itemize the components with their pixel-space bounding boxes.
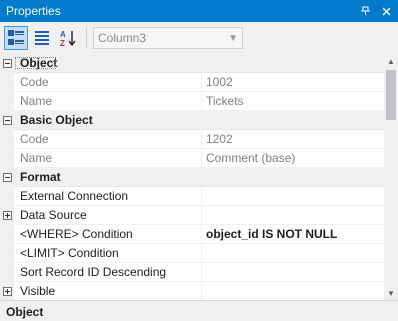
scroll-up-icon[interactable]: ▲ xyxy=(384,54,398,68)
property-value[interactable] xyxy=(202,282,384,301)
property-name: Code xyxy=(14,129,202,149)
property-value[interactable]: object_id IS NOT NULL xyxy=(202,225,384,244)
row-gutter xyxy=(0,243,14,263)
property-value[interactable] xyxy=(202,206,384,225)
category-label: Object xyxy=(14,56,57,70)
row-gutter xyxy=(0,91,14,111)
object-selector-combo[interactable]: Column3 ▼ xyxy=(93,27,243,49)
category-basic-object[interactable]: Basic Object xyxy=(0,110,384,130)
alphabetical-list-button[interactable] xyxy=(30,26,54,50)
pin-icon[interactable] xyxy=(358,3,374,19)
property-row[interactable]: Data Source xyxy=(0,205,384,225)
property-row[interactable]: Sort Record ID Descending xyxy=(0,262,384,282)
vertical-scrollbar[interactable]: ▲ ▼ xyxy=(384,54,398,300)
row-gutter xyxy=(0,148,14,168)
svg-text:Z: Z xyxy=(60,39,65,47)
combo-value: Column3 xyxy=(98,31,147,45)
property-row[interactable]: <WHERE> Condition object_id IS NOT NULL xyxy=(0,224,384,244)
property-row[interactable]: Code 1202 xyxy=(0,129,384,149)
toolbar-separator xyxy=(86,27,87,49)
row-gutter xyxy=(0,129,14,149)
scroll-down-icon[interactable]: ▼ xyxy=(384,286,398,300)
property-name: Code xyxy=(14,72,202,92)
property-value[interactable] xyxy=(202,263,384,282)
property-row[interactable]: Code 1002 xyxy=(0,72,384,92)
collapse-icon[interactable] xyxy=(0,54,14,73)
property-name: <LIMIT> Condition xyxy=(14,243,202,263)
properties-toolbar: A Z Column3 ▼ xyxy=(0,22,398,54)
chevron-down-icon[interactable]: ▼ xyxy=(228,33,238,44)
category-label: Basic Object xyxy=(20,113,93,127)
property-value: Tickets xyxy=(206,93,244,108)
svg-text:A: A xyxy=(60,30,66,39)
expand-icon[interactable] xyxy=(0,281,14,300)
property-value[interactable] xyxy=(202,187,384,206)
category-object[interactable]: Object xyxy=(0,54,384,73)
property-value: 1002 xyxy=(206,74,233,89)
property-name: Visible xyxy=(14,281,202,300)
description-pane: Object xyxy=(0,300,398,321)
row-gutter xyxy=(0,186,14,206)
properties-titlebar: Properties xyxy=(0,0,398,22)
sort-az-button[interactable]: A Z xyxy=(56,26,80,50)
property-name: Name xyxy=(14,91,202,111)
category-label: Format xyxy=(20,170,61,184)
property-row[interactable]: Name Comment (base) xyxy=(0,148,384,168)
row-gutter xyxy=(0,262,14,282)
sort-az-icon: A Z xyxy=(60,30,76,47)
property-row[interactable]: <LIMIT> Condition xyxy=(0,243,384,263)
property-name: Data Source xyxy=(14,205,202,225)
property-name: Sort Record ID Descending xyxy=(14,262,202,282)
categorized-view-button[interactable] xyxy=(4,26,28,50)
property-value: Comment (base) xyxy=(206,150,296,165)
list-icon xyxy=(35,31,49,45)
property-row[interactable]: External Connection xyxy=(0,186,384,206)
property-row[interactable]: Name Tickets xyxy=(0,91,384,111)
property-name: <WHERE> Condition xyxy=(14,224,202,244)
row-gutter xyxy=(0,72,14,92)
scroll-thumb[interactable] xyxy=(386,70,396,120)
collapse-icon[interactable] xyxy=(0,110,14,130)
property-grid: Object Code 1002 Name Tickets Basic Obje… xyxy=(0,54,384,300)
categorized-icon xyxy=(8,30,24,45)
row-gutter xyxy=(0,224,14,244)
description-title: Object xyxy=(6,305,44,319)
property-value[interactable] xyxy=(202,244,384,263)
property-name: External Connection xyxy=(14,186,202,206)
property-value: 1202 xyxy=(206,131,233,146)
property-row[interactable]: Visible xyxy=(0,281,384,301)
category-format[interactable]: Format xyxy=(0,167,384,187)
property-name: Name xyxy=(14,148,202,168)
close-icon[interactable] xyxy=(378,3,394,19)
expand-icon[interactable] xyxy=(0,205,14,225)
collapse-icon[interactable] xyxy=(0,167,14,187)
window-title: Properties xyxy=(6,4,61,18)
